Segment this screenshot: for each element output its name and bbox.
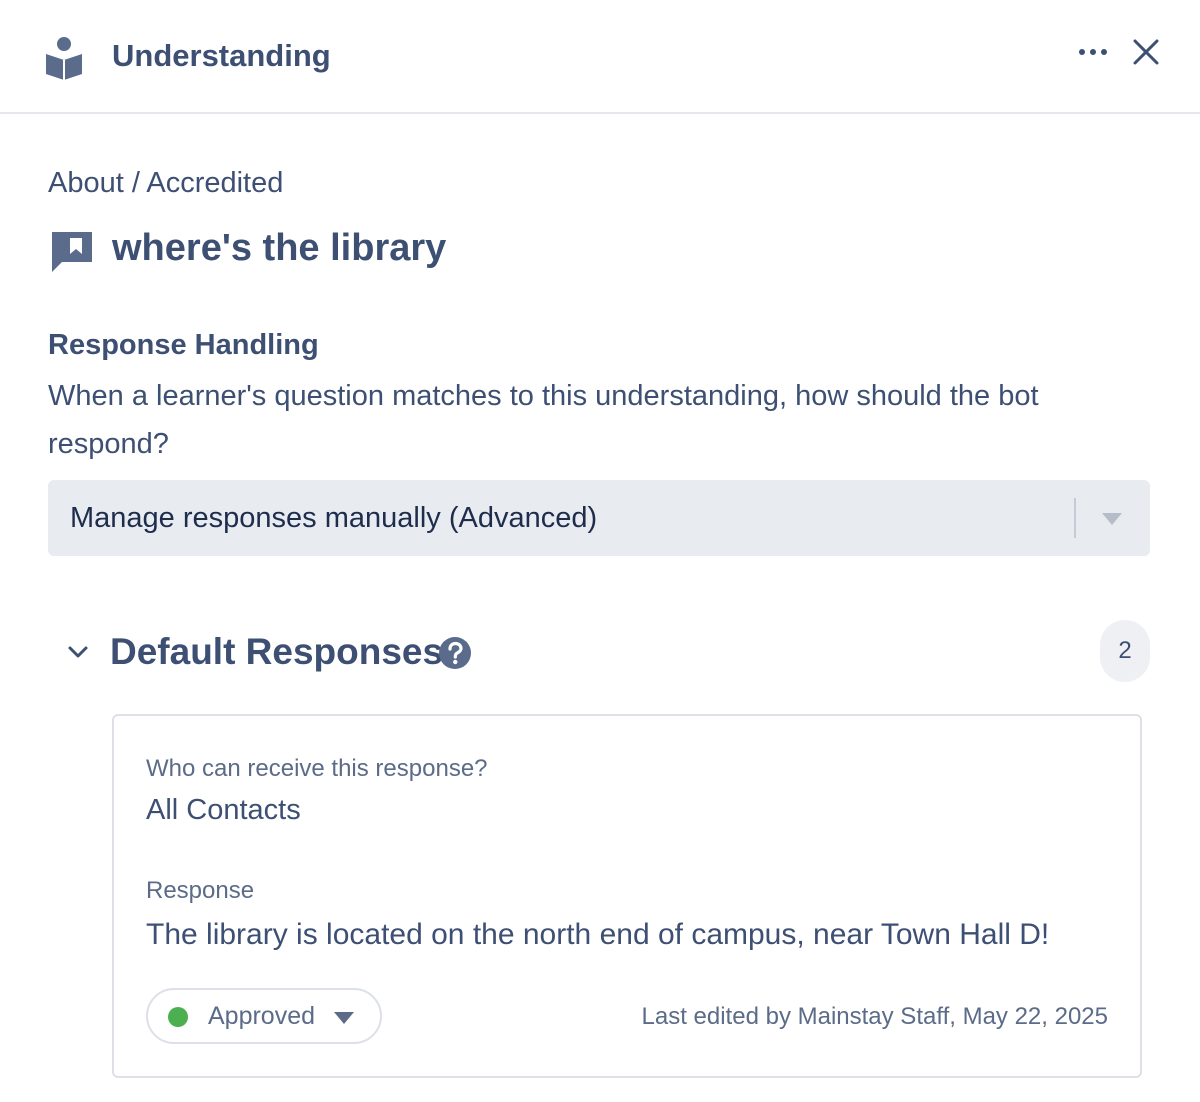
book-reader-icon (46, 37, 82, 80)
chevron-down-icon[interactable] (64, 640, 92, 664)
panel-title: Understanding (112, 38, 331, 73)
response-text: The library is located on the north end … (146, 918, 1050, 951)
more-horizontal-icon[interactable] (1076, 36, 1110, 68)
help-icon[interactable] (438, 636, 472, 670)
last-edited-text: Last edited by Mainstay Staff, May 22, 2… (641, 1003, 1109, 1030)
status-dropdown[interactable]: Approved (146, 988, 382, 1044)
default-responses-title: Default Responses (110, 631, 444, 672)
selected-option: Manage responses manually (Advanced) (70, 502, 598, 534)
chat-bookmark-icon (52, 232, 92, 272)
audience-label: Who can receive this response? (146, 755, 488, 782)
close-icon[interactable] (1130, 36, 1162, 68)
responses-count-badge: 2 (1100, 620, 1150, 682)
status-label: Approved (208, 1002, 316, 1030)
response-handling-description: When a learner's question matches to thi… (48, 380, 1039, 460)
understanding-title: where's the library (112, 227, 447, 269)
breadcrumb: About / Accredited (48, 167, 284, 199)
response-label: Response (146, 877, 255, 904)
caret-down-icon (334, 1012, 354, 1024)
status-dot-icon (168, 1007, 188, 1027)
response-handling-label: Response Handling (48, 329, 319, 361)
select-divider (1074, 498, 1076, 538)
caret-down-icon[interactable] (1102, 513, 1122, 525)
panel-header: Understanding (0, 0, 1200, 114)
audience-value: All Contacts (146, 794, 301, 826)
response-handling-select[interactable]: Manage responses manually (Advanced) (48, 480, 1150, 556)
response-card[interactable]: Who can receive this response? All Conta… (112, 714, 1142, 1078)
